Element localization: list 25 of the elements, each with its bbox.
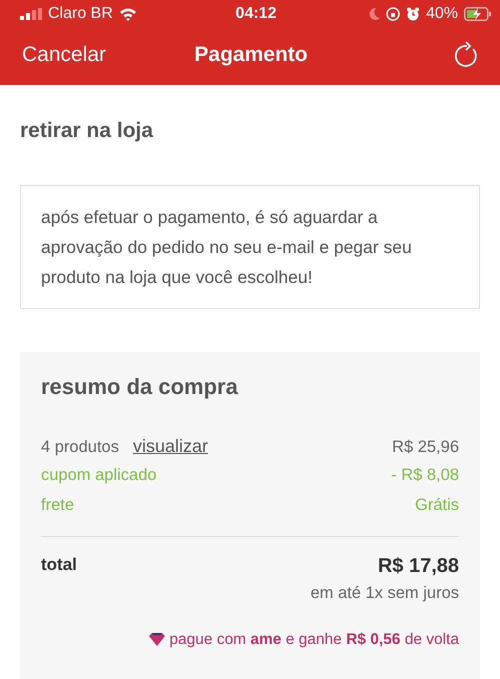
clock-time: 04:12	[236, 5, 276, 23]
alarm-clock-icon	[406, 7, 420, 21]
rotation-lock-icon	[386, 7, 400, 21]
view-link[interactable]: visualizar	[132, 436, 208, 456]
cancel-button[interactable]: Cancelar	[22, 42, 194, 66]
info-message: após efetuar o pagamento, é só aguardar a aprovação do pedido no seu e-mail e pegar seu produto na loja que você escolheu!	[20, 185, 480, 309]
summary-label: frete	[41, 496, 74, 514]
wifi-icon	[118, 7, 137, 21]
installments-text: em até 1x sem juros	[309, 584, 459, 603]
battery-percent: 40%	[426, 5, 458, 23]
summary-value: - R$ 8,08	[391, 466, 459, 485]
signal-icon	[20, 8, 42, 20]
moon-icon	[368, 7, 380, 21]
carrier-name: Claro BR	[48, 5, 113, 23]
summary-label: cupom aplicado	[41, 466, 157, 484]
summary-label: 4 produtos	[41, 438, 119, 456]
charging-battery-icon	[464, 7, 492, 21]
total-label: total	[41, 555, 77, 576]
summary-value: R$ 25,96	[392, 438, 459, 457]
summary-title: resumo da compra	[41, 374, 239, 400]
total-value: R$ 17,88	[378, 555, 459, 578]
cashback-text: pague com ame e ganhe R$ 0,56 de volta	[169, 631, 459, 649]
section-title: retirar na loja	[19, 118, 154, 144]
summary-value: Grátis	[414, 496, 459, 515]
page-title: Pagamento	[194, 42, 308, 66]
